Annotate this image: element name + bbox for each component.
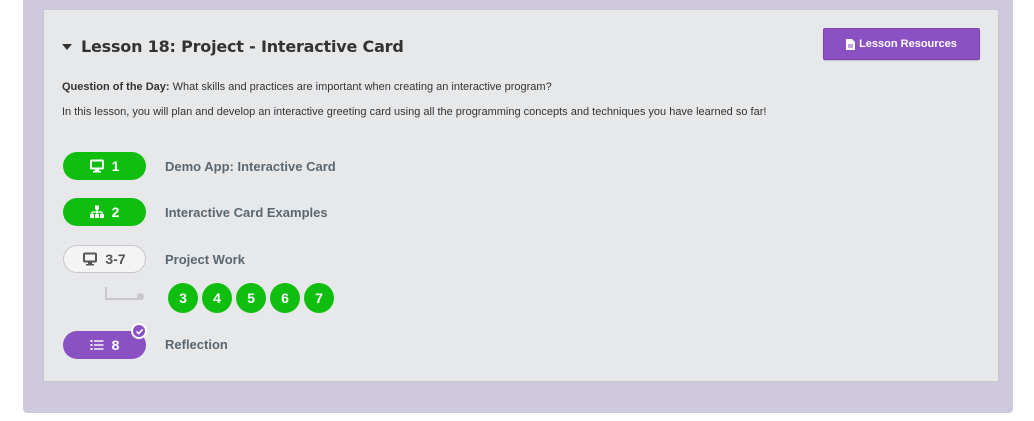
lesson-header[interactable]: Lesson 18: Project - Interactive Card — [62, 37, 404, 56]
activity-label-1[interactable]: Demo App: Interactive Card — [165, 159, 336, 174]
qotd-label: Question of the Day: — [62, 81, 170, 93]
qotd-text: What skills and practices are important … — [169, 81, 552, 93]
sublevel-bubble-5[interactable]: 5 — [236, 283, 266, 313]
activity-label-3-7[interactable]: Project Work — [165, 252, 245, 267]
activity-label-8[interactable]: Reflection — [165, 337, 228, 352]
sublevel-connector — [105, 287, 141, 300]
file-icon — [846, 38, 856, 50]
sublevel-bubble-4[interactable]: 4 — [202, 283, 232, 313]
list-icon — [90, 340, 104, 350]
activity-bubble-3-7[interactable]: 3-7 — [63, 245, 146, 273]
activity-label-2[interactable]: Interactive Card Examples — [165, 205, 328, 220]
lesson-description: In this lesson, you will plan and develo… — [62, 106, 767, 118]
caret-down-icon[interactable] — [62, 44, 72, 50]
activity-number: 2 — [111, 204, 120, 220]
question-of-the-day: Question of the Day: What skills and pra… — [62, 81, 552, 93]
desktop-icon — [89, 159, 104, 173]
completed-check-icon — [131, 323, 147, 339]
activity-bubble-2[interactable]: 2 — [63, 198, 146, 226]
activity-number: 8 — [111, 337, 120, 353]
desktop-icon — [83, 252, 98, 266]
sublevel-bubble-6[interactable]: 6 — [270, 283, 300, 313]
lesson-resources-button[interactable]: Lesson Resources — [823, 28, 980, 60]
sublevel-bubble-3[interactable]: 3 — [168, 283, 198, 313]
lesson-panel: Lesson 18: Project - Interactive Card Le… — [43, 9, 999, 382]
sitemap-icon — [89, 205, 104, 218]
activity-bubble-1[interactable]: 1 — [63, 152, 146, 180]
activity-number: 3-7 — [105, 251, 126, 267]
sublevel-bubble-7[interactable]: 7 — [304, 283, 334, 313]
activity-number: 1 — [111, 158, 120, 174]
lesson-title: Lesson 18: Project - Interactive Card — [81, 37, 404, 56]
connector-dot — [137, 293, 144, 300]
lesson-resources-label: Lesson Resources — [859, 38, 957, 50]
